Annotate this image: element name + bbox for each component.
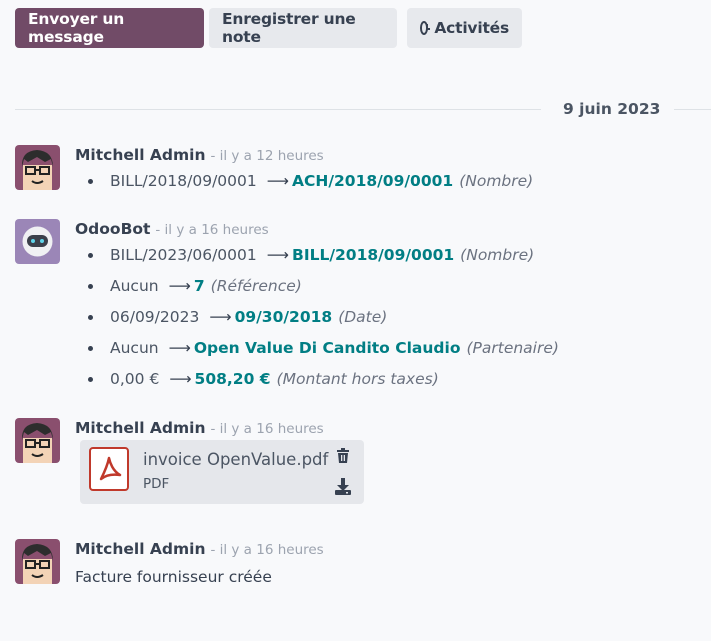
chatter-toolbar: Envoyer un message Enregistrer une note … [15,8,522,48]
clock-icon [420,21,431,35]
activities-label: Activités [434,19,509,37]
date-divider-right [674,109,711,110]
author-name[interactable]: Mitchell Admin [75,146,206,164]
message-time: - il y a 16 heures [210,542,324,558]
tracking-item: BILL/2018/09/0001 ⟶ ACH/2018/09/0001 (Nombr… [75,166,705,197]
avatar[interactable] [15,418,60,463]
activities-button[interactable]: Activités [407,8,522,48]
tracking-list: BILL/2018/09/0001 ⟶ ACH/2018/09/0001 (Nombr… [75,166,705,197]
message-text: Facture fournisseur créée [75,568,272,586]
avatar[interactable] [15,219,60,264]
author-name[interactable]: Mitchell Admin [75,540,206,558]
trash-icon[interactable] [336,448,350,468]
log-note-button[interactable]: Enregistrer une note [209,8,397,48]
message-time: - il y a 12 heures [210,148,324,164]
mitchell-avatar-icon [15,418,60,463]
message-body: OdooBot - il y a 16 heures BILL/2023/06/… [75,219,705,395]
author-name[interactable]: Mitchell Admin [75,419,206,437]
message-time: - il y a 16 heures [155,222,269,238]
odoobot-avatar-icon [15,219,60,264]
tracking-item: 0,00 € ⟶ 508,20 € (Montant hors taxes) [75,364,705,395]
attachment-card[interactable]: invoice OpenValue.pdf PDF [80,440,364,504]
tracking-item: 06/09/2023 ⟶ 09/30/2018 (Date) [75,302,705,333]
attachment-name[interactable]: invoice OpenValue.pdf [143,450,328,469]
date-divider-left [15,109,541,110]
tracking-item: BILL/2023/06/0001 ⟶ BILL/2018/09/0001 (Nomb… [75,240,705,271]
message-body: Mitchell Admin - il y a 16 heures Factur… [75,539,705,586]
tracking-item: Aucun ⟶ 7 (Référence) [75,271,705,302]
attachment-type: PDF [143,476,170,492]
message-body: Mitchell Admin - il y a 12 heures BILL/2… [75,145,705,197]
send-message-button[interactable]: Envoyer un message [15,8,204,48]
avatar[interactable] [15,539,60,584]
message-body: Mitchell Admin - il y a 16 heures invoic… [75,418,705,504]
mitchell-avatar-icon [15,145,60,190]
mitchell-avatar-icon [15,539,60,584]
author-name[interactable]: OdooBot [75,220,150,238]
pdf-icon [89,447,129,491]
avatar[interactable] [15,145,60,190]
download-icon[interactable] [334,478,352,499]
tracking-list: BILL/2023/06/0001 ⟶ BILL/2018/09/0001 (Nomb… [75,240,705,395]
tracking-item: Aucun ⟶ Open Value Di Candito Claudio (Part… [75,333,705,364]
date-separator: 9 juin 2023 [563,100,661,118]
message-time: - il y a 16 heures [210,421,324,437]
